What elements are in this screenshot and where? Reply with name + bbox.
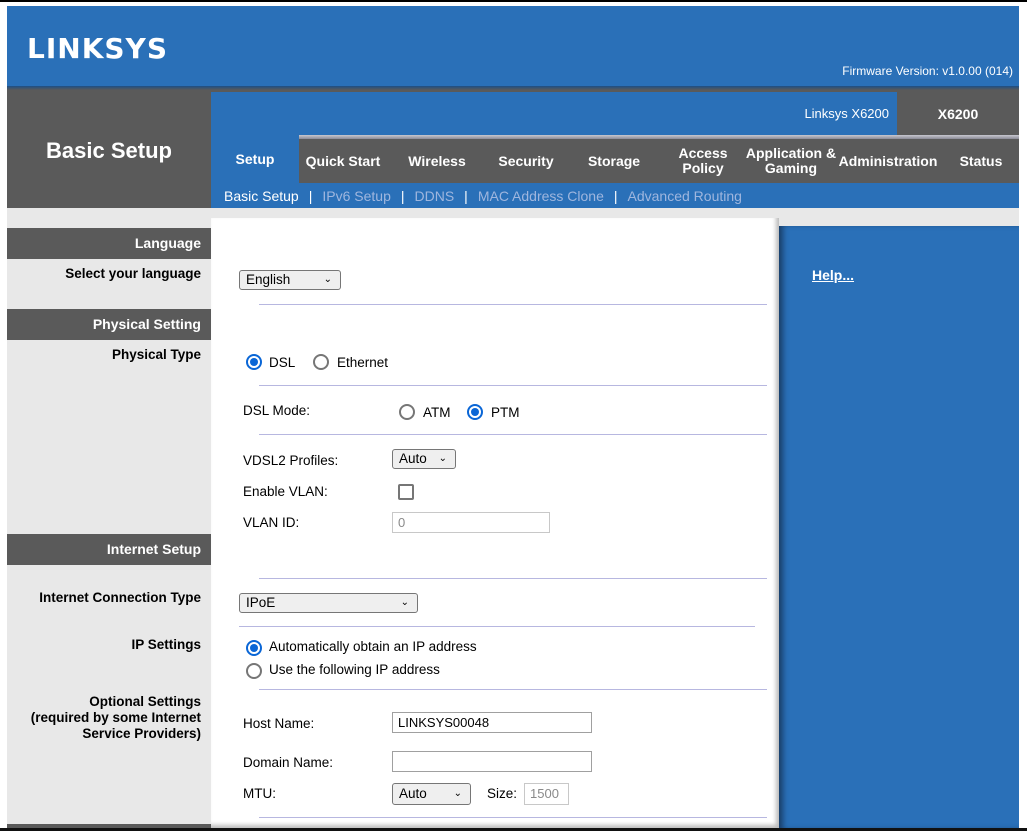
linksys-logo: LINKSYS	[27, 32, 168, 65]
section-header-internet-setup: Internet Setup	[7, 534, 211, 565]
label-optional-settings-note: (required by some Internet	[30, 710, 201, 725]
mtu-size-input[interactable]: 1500	[524, 783, 569, 805]
sub-navigation: Basic Setup | IPv6 Setup | DDNS | MAC Ad…	[211, 183, 1019, 208]
physical-type-ethernet-label: Ethernet	[337, 355, 389, 370]
firmware-version: Firmware Version: v1.0.00 (014)	[842, 64, 1013, 78]
physical-type-dsl-label: DSL	[269, 355, 296, 370]
subnav-separator: |	[464, 187, 468, 204]
label-physical-type: Physical Type	[111, 347, 201, 362]
model-number: X6200	[937, 106, 979, 122]
model-bar: Linksys X6200	[211, 92, 897, 135]
divider	[259, 304, 767, 305]
tab-access-policy[interactable]: Access Policy	[657, 139, 749, 183]
tab-setup[interactable]: Setup	[211, 135, 299, 183]
settings-form: English ⌄ DSL Ethernet DSL Mode: ATM PTM…	[211, 218, 779, 828]
tab-status[interactable]: Status	[941, 139, 1021, 183]
internet-connection-type-select[interactable]: IPoE ⌄	[239, 593, 418, 613]
vdsl2-profiles-value: Auto	[399, 451, 427, 466]
dsl-mode-ptm-label: PTM	[491, 405, 520, 420]
mtu-select[interactable]: Auto ⌄	[392, 783, 471, 805]
enable-vlan-checkbox[interactable]	[398, 484, 414, 500]
main-tabs: Setup Quick Start Wireless Security Stor…	[211, 135, 1021, 183]
help-panel: Help...	[779, 226, 1019, 828]
dsl-mode-label: DSL Mode:	[243, 403, 311, 418]
divider	[239, 626, 755, 627]
page-title: Basic Setup	[46, 138, 172, 163]
chevron-down-icon: ⌄	[438, 453, 447, 464]
vdsl2-profiles-label: VDSL2 Profiles:	[243, 453, 339, 468]
divider	[259, 689, 767, 690]
language-select[interactable]: English ⌄	[239, 270, 341, 290]
chevron-down-icon: ⌄	[453, 788, 462, 799]
label-ip-settings: IP Settings	[131, 637, 201, 652]
enable-vlan-label: Enable VLAN:	[243, 484, 328, 499]
tab-storage[interactable]: Storage	[565, 139, 663, 183]
label-select-language: Select your language	[65, 266, 201, 281]
domain-name-label: Domain Name:	[243, 755, 334, 770]
divider	[259, 817, 767, 818]
physical-type-dsl-radio[interactable]	[246, 354, 262, 370]
nav-band: Basic Setup Linksys X6200 X6200 Setup Qu…	[7, 90, 1019, 208]
subnav-ipv6-setup[interactable]: IPv6 Setup	[322, 188, 391, 204]
tab-application-gaming[interactable]: Application & Gaming	[745, 139, 837, 183]
tab-wireless[interactable]: Wireless	[387, 139, 487, 183]
model-name: Linksys X6200	[804, 106, 889, 121]
domain-name-input[interactable]	[392, 751, 592, 772]
mtu-size-label: Size:	[487, 786, 518, 801]
section-header-language: Language	[7, 228, 211, 259]
language-select-value: English	[246, 272, 291, 287]
physical-type-ethernet-radio[interactable]	[313, 354, 329, 370]
dsl-mode-atm-radio[interactable]	[399, 404, 415, 420]
dsl-mode-ptm-radio[interactable]	[467, 404, 483, 420]
left-label-column: Language Select your language Physical S…	[7, 208, 211, 830]
chevron-down-icon: ⌄	[400, 597, 409, 608]
section-header-physical-setting: Physical Setting	[7, 309, 211, 340]
ip-auto-label: Automatically obtain an IP address	[269, 639, 477, 654]
ip-static-radio[interactable]	[246, 663, 262, 679]
subnav-advanced-routing[interactable]: Advanced Routing	[628, 188, 742, 204]
help-link[interactable]: Help...	[812, 267, 854, 283]
vdsl2-profiles-select[interactable]: Auto ⌄	[392, 449, 456, 469]
divider	[259, 578, 767, 579]
ip-auto-radio[interactable]	[246, 640, 262, 656]
subnav-mac-address-clone[interactable]: MAC Address Clone	[478, 188, 604, 204]
chevron-down-icon: ⌄	[323, 274, 332, 285]
internet-connection-type-value: IPoE	[246, 595, 276, 610]
subnav-ddns[interactable]: DDNS	[415, 188, 455, 204]
subnav-separator: |	[400, 187, 405, 204]
tab-security[interactable]: Security	[487, 139, 565, 183]
header: LINKSYS Firmware Version: v1.0.00 (014)	[7, 6, 1019, 88]
mtu-select-value: Auto	[399, 786, 427, 801]
divider	[259, 385, 767, 386]
help-spacer	[779, 208, 1019, 226]
host-name-input[interactable]: LINKSYS00048	[392, 712, 592, 733]
divider	[259, 434, 767, 435]
label-internet-connection-type: Internet Connection Type	[39, 590, 201, 605]
mtu-label: MTU:	[243, 786, 276, 801]
subnav-separator: |	[308, 187, 313, 204]
subnav-separator: |	[613, 187, 618, 204]
vlan-id-input[interactable]: 0	[392, 512, 550, 533]
ip-static-label: Use the following IP address	[269, 662, 440, 677]
label-optional-settings: Optional Settings	[89, 694, 201, 709]
dsl-mode-atm-label: ATM	[423, 405, 451, 420]
tab-quick-start[interactable]: Quick Start	[299, 139, 387, 183]
subnav-basic-setup[interactable]: Basic Setup	[224, 188, 299, 204]
label-optional-settings-note-2: Service Providers)	[82, 726, 201, 741]
tab-administration[interactable]: Administration	[835, 139, 941, 183]
vlan-id-label: VLAN ID:	[243, 515, 300, 530]
router-admin-page: LINKSYS Firmware Version: v1.0.00 (014) …	[7, 6, 1019, 830]
host-name-label: Host Name:	[243, 716, 315, 731]
